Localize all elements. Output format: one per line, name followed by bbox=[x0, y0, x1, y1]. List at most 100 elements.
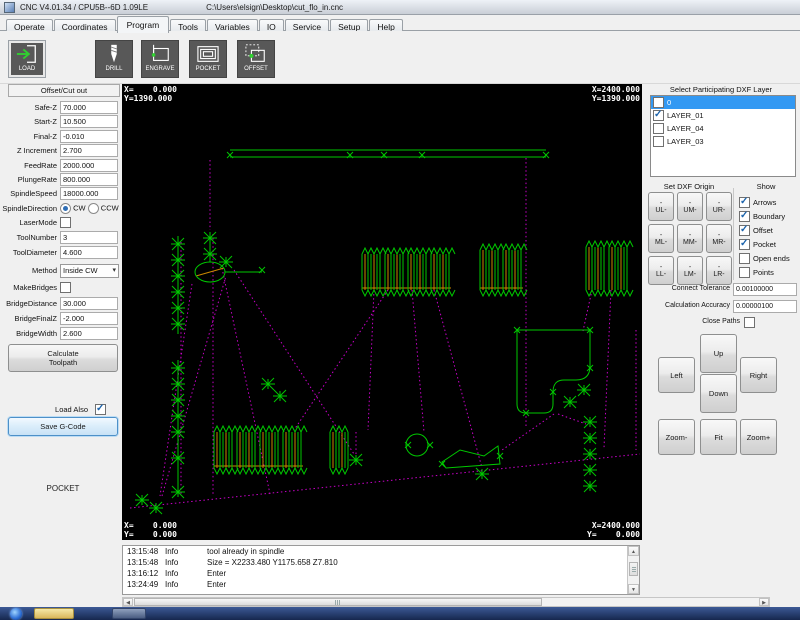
spindle-cw-radio[interactable] bbox=[60, 203, 71, 214]
log-vertical-scrollbar[interactable]: ▲ ▼ bbox=[627, 546, 639, 594]
load-also-row: Load Also bbox=[0, 403, 120, 416]
origin-label: -UL- bbox=[655, 200, 667, 214]
origin-lr-button[interactable]: -LR- bbox=[706, 256, 732, 285]
window-file-path: C:\Users\elsign\Desktop\cut_flo_in.cnc bbox=[206, 3, 343, 12]
layer-checkbox[interactable] bbox=[653, 97, 664, 108]
field-row: ToolNumber3 bbox=[0, 231, 120, 244]
field-input[interactable]: 2.700 bbox=[60, 144, 118, 157]
log-panel[interactable]: 13:15:48Infotool already in spindle13:15… bbox=[122, 545, 640, 595]
close-paths-checkbox[interactable] bbox=[744, 317, 755, 328]
connect-tolerance-input[interactable]: 0.00100000 bbox=[733, 283, 797, 296]
show-offset-checkbox[interactable] bbox=[739, 225, 750, 236]
scroll-down-icon[interactable]: ▼ bbox=[628, 584, 639, 594]
toolbar-load-button[interactable]: LOAD bbox=[8, 40, 46, 78]
layer-checkbox[interactable] bbox=[653, 136, 664, 147]
scroll-up-icon[interactable]: ▲ bbox=[628, 546, 639, 556]
toolbar-offset-label: OFFSET bbox=[244, 65, 268, 73]
field-input[interactable]: 2000.000 bbox=[60, 159, 118, 172]
show-open-ends-checkbox[interactable] bbox=[739, 253, 750, 264]
method-label: Method bbox=[0, 264, 60, 277]
pan-left-button[interactable]: Left bbox=[658, 357, 695, 393]
drill-icon bbox=[102, 43, 126, 65]
zoom-in-button[interactable]: Zoom+ bbox=[740, 419, 777, 455]
field-input[interactable]: 30.000 bbox=[60, 297, 118, 310]
laser-mode-checkbox[interactable] bbox=[60, 217, 71, 228]
calculate-toolpath-button[interactable]: Calculate Toolpath bbox=[8, 344, 118, 372]
show-boundary-checkbox[interactable] bbox=[739, 211, 750, 222]
layer-row-layer-04[interactable]: LAYER_04 bbox=[651, 122, 795, 135]
layer-checkbox[interactable] bbox=[653, 123, 664, 134]
toolbar-drill-button[interactable]: DRILL bbox=[95, 40, 133, 78]
window-title: CNC V4.01.34 / CPU5B--6D 1.09LE bbox=[20, 3, 148, 12]
pan-right-button[interactable]: Right bbox=[740, 357, 777, 393]
laser-mode-label: LaserMode bbox=[0, 216, 60, 229]
field-input[interactable]: 800.000 bbox=[60, 173, 118, 186]
field-input[interactable]: -0.010 bbox=[60, 130, 118, 143]
toolbar-engrave-button[interactable]: ENGRAVE bbox=[141, 40, 179, 78]
layer-row-0[interactable]: 0 bbox=[651, 96, 795, 109]
scroll-left-icon[interactable]: ◀ bbox=[123, 598, 133, 606]
field-row: BridgeWidth2.600 bbox=[0, 327, 120, 340]
method-dropdown[interactable]: Inside CW ▾ bbox=[60, 264, 119, 278]
field-label: Safe-Z bbox=[0, 101, 60, 114]
field-label: ToolDiameter bbox=[0, 246, 60, 259]
log-vscroll-thumb[interactable] bbox=[629, 562, 638, 576]
origin-mm-button[interactable]: -MM- bbox=[677, 224, 703, 253]
origin-ml-button[interactable]: -ML- bbox=[648, 224, 674, 253]
toolbar-pocket-button[interactable]: POCKET bbox=[189, 40, 227, 78]
show-pocket-checkbox[interactable] bbox=[739, 239, 750, 250]
field-row: ToolDiameter4.600 bbox=[0, 246, 120, 259]
load-also-checkbox[interactable] bbox=[95, 404, 106, 415]
scroll-right-icon[interactable]: ▶ bbox=[759, 598, 769, 606]
toolbar-offset-button[interactable]: OFFSET bbox=[237, 40, 275, 78]
origin-ll-button[interactable]: -LL- bbox=[648, 256, 674, 285]
start-orb-icon[interactable] bbox=[10, 608, 22, 620]
make-bridges-checkbox[interactable] bbox=[60, 282, 71, 293]
taskbar-folder-button[interactable] bbox=[34, 608, 74, 619]
dxf-layer-list[interactable]: 0LAYER_01 LAYER_04 LAYER_03 bbox=[650, 95, 796, 177]
show-arrows-checkbox[interactable] bbox=[739, 197, 750, 208]
pocket-icon bbox=[196, 43, 220, 65]
layer-checkbox[interactable] bbox=[653, 110, 664, 121]
calculation-accuracy-input[interactable]: 0.00000100 bbox=[733, 300, 797, 313]
zoom-out-button[interactable]: Zoom- bbox=[658, 419, 695, 455]
offset-icon bbox=[244, 43, 268, 65]
layer-row-layer-03[interactable]: LAYER_03 bbox=[651, 135, 795, 148]
canvas-coord-top-left: X= 0.000Y=1390.000 bbox=[124, 85, 177, 103]
layer-row-layer-01[interactable]: LAYER_01 bbox=[651, 109, 795, 122]
save-gcode-button[interactable]: Save G-Code bbox=[8, 417, 118, 436]
field-input[interactable]: 3 bbox=[60, 231, 118, 244]
dxf-layer-select-label: Select Participating DXF Layer bbox=[645, 85, 797, 94]
origin-ur-button[interactable]: -UR- bbox=[706, 192, 732, 221]
show-option-pocket: Pocket bbox=[739, 238, 797, 250]
pan-up-button[interactable]: Up bbox=[700, 334, 737, 373]
origin-mr-button[interactable]: -MR- bbox=[706, 224, 732, 253]
tab-program[interactable]: Program bbox=[117, 16, 170, 33]
layer-name: LAYER_04 bbox=[667, 124, 704, 133]
field-input[interactable]: 2.600 bbox=[60, 327, 118, 340]
origin-ul-button[interactable]: -UL- bbox=[648, 192, 674, 221]
origin-lm-button[interactable]: -LM- bbox=[677, 256, 703, 285]
field-row: Start-Z10.500 bbox=[0, 115, 120, 128]
toolpath-canvas[interactable]: X= 0.000Y=1390.000 X=2400.000Y=1390.000 … bbox=[122, 84, 642, 540]
spindle-direction-row: SpindleDirection CW CCW bbox=[0, 202, 120, 215]
taskbar-app-button[interactable] bbox=[112, 608, 146, 619]
canvas-coord-bottom-left: X= 0.000Y= 0.000 bbox=[124, 521, 177, 539]
field-input[interactable]: 70.000 bbox=[60, 101, 118, 114]
field-input[interactable]: -2.000 bbox=[60, 312, 118, 325]
pan-down-button[interactable]: Down bbox=[700, 374, 737, 413]
canvas-coord-top-right: X=2400.000Y=1390.000 bbox=[592, 85, 640, 103]
field-label: SpindleSpeed bbox=[0, 187, 60, 200]
spindle-ccw-radio[interactable] bbox=[88, 203, 99, 214]
log-horizontal-scrollbar[interactable]: ◀ ▶ bbox=[122, 597, 770, 607]
log-hscroll-thumb[interactable] bbox=[134, 598, 542, 606]
field-input[interactable]: 10.500 bbox=[60, 115, 118, 128]
origin-um-button[interactable]: -UM- bbox=[677, 192, 703, 221]
zoom-fit-button[interactable]: Fit bbox=[700, 419, 737, 455]
field-input[interactable]: 18000.000 bbox=[60, 187, 118, 200]
field-input[interactable]: 4.600 bbox=[60, 246, 118, 259]
show-points-checkbox[interactable] bbox=[739, 267, 750, 278]
spindle-cw-label: CW bbox=[73, 203, 86, 212]
log-time: 13:15:48 bbox=[123, 557, 165, 568]
log-message: Enter bbox=[207, 579, 226, 590]
